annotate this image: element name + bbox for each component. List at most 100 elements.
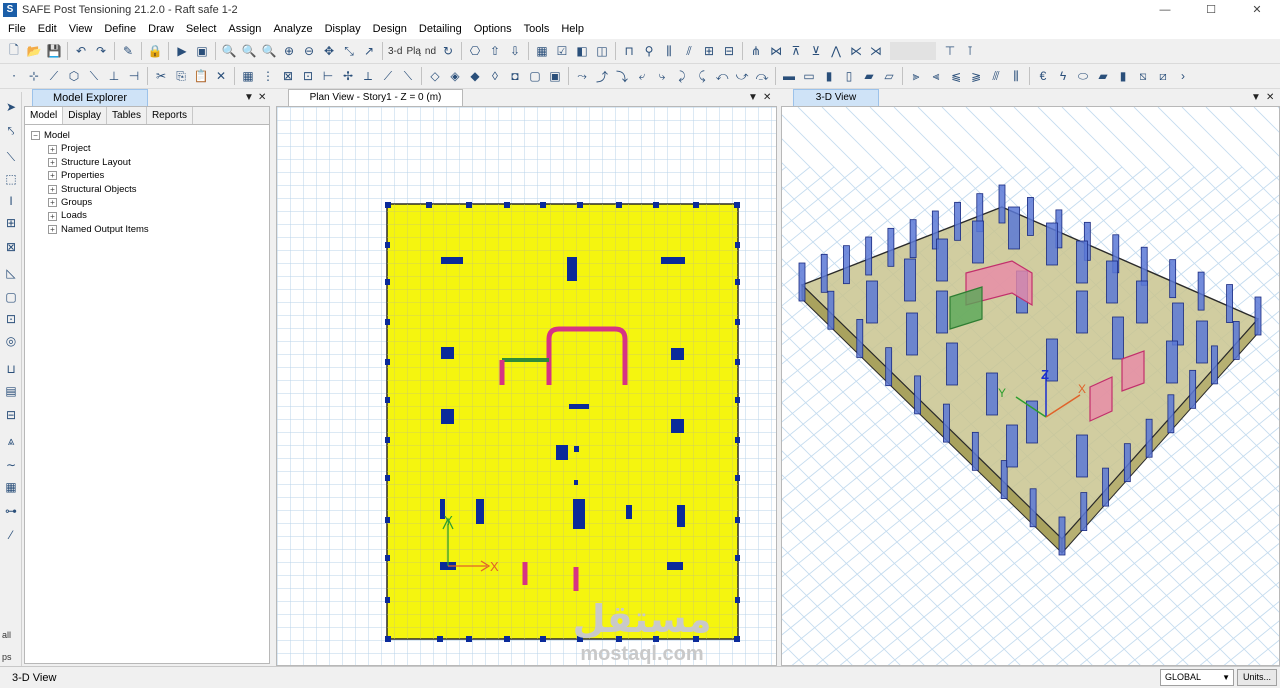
expand-icon[interactable]: + [48,144,57,154]
panel-icon[interactable]: ▰ [1093,66,1113,86]
soil-property-icon[interactable]: ▰ [859,66,879,86]
menu-help[interactable]: Help [555,20,590,39]
expand-icon[interactable]: + [48,171,57,181]
column[interactable] [385,597,390,603]
column-3d[interactable] [986,372,998,416]
deformed-shape-icon[interactable]: ⫼ [659,41,679,61]
3d-view-button[interactable]: 3-d [386,46,404,57]
column[interactable] [573,499,585,529]
load-combo-icon[interactable]: ⫹ [946,66,966,86]
column-3d[interactable] [1106,260,1118,304]
column[interactable] [437,636,443,642]
column-3d[interactable] [1027,197,1034,236]
line-load-icon[interactable]: ▣ [545,66,565,86]
column-property-icon[interactable]: ▮ [819,66,839,86]
column[interactable] [426,202,432,208]
column-3d[interactable] [1189,369,1197,409]
select-tendon-icon[interactable]: ▤ [2,382,20,400]
reshape-icon[interactable]: ⤣ [2,122,20,140]
beam-design-icon[interactable]: ⊼ [786,41,806,61]
select-load-icon[interactable]: ⩓ [2,432,20,450]
column-3d[interactable] [827,290,835,330]
pile-property-icon[interactable]: ▱ [879,66,899,86]
minimize-button[interactable]: — [1142,0,1188,20]
explorer-tab-display[interactable]: Display [63,107,108,124]
cross-hatch-icon[interactable]: ⧄ [1153,66,1173,86]
detailing-icon[interactable]: ⋊ [866,41,886,61]
snap-mid-icon[interactable]: ⊢ [318,66,338,86]
menu-detailing[interactable]: Detailing [413,20,468,39]
menu-define[interactable]: Define [98,20,142,39]
strip-layer-icon[interactable]: ⤶ [632,66,652,86]
load-case-icon[interactable]: ⫷ [926,66,946,86]
tendon-quick-icon[interactable]: ⤴ [592,66,612,86]
snap-line-icon[interactable]: ⟋ [378,66,398,86]
new-model-icon[interactable]: 🗋 [4,41,24,61]
menu-options[interactable]: Options [468,20,518,39]
fixity-icon[interactable]: ⚲ [639,41,659,61]
menu-select[interactable]: Select [180,20,223,39]
column[interactable] [734,636,740,642]
explorer-close-icon[interactable]: ✕ [258,89,266,106]
column[interactable] [735,242,740,248]
select-edge-icon[interactable]: ◺ [2,264,20,282]
3d-view-tab[interactable]: 3-D View [793,89,879,106]
link-icon[interactable]: ⬭ [1073,66,1093,86]
wall-property-icon[interactable]: ▯ [839,66,859,86]
draw-wall-icon[interactable]: ⊣ [124,66,144,86]
column[interactable] [385,319,390,325]
column-3d[interactable] [914,375,921,415]
column-3d[interactable] [1058,516,1066,556]
menu-analyze[interactable]: Analyze [267,20,318,39]
elevation-view-button[interactable]: nd [423,46,438,57]
drop-panel-icon[interactable]: ◆ [465,66,485,86]
run-design-icon[interactable]: ▣ [192,41,212,61]
explorer-tab-reports[interactable]: Reports [147,107,193,124]
column[interactable] [735,437,740,443]
explorer-panel-title[interactable]: Model Explorer [32,89,148,106]
column[interactable] [385,636,391,642]
tree-root-model[interactable]: − Model [31,129,269,142]
column[interactable] [504,636,510,642]
menu-assign[interactable]: Assign [222,20,267,39]
slab-design-icon[interactable]: ⊻ [806,41,826,61]
column[interactable] [385,555,390,561]
design-strip-icon[interactable]: ⤹ [692,66,712,86]
point-load-icon[interactable]: ⫺ [966,66,986,86]
column-3d[interactable] [820,253,828,293]
column[interactable] [735,397,740,403]
explorer-tab-model[interactable]: Model [25,107,64,124]
delete-icon[interactable]: ✕ [211,66,231,86]
expand-icon[interactable]: + [48,211,57,221]
move-up-icon[interactable]: ⇧ [485,41,505,61]
collapse-icon[interactable]: − [31,131,40,141]
column[interactable] [441,347,454,359]
column[interactable] [653,202,659,208]
column[interactable] [735,359,740,365]
beam-property-icon[interactable]: ▭ [799,66,819,86]
select-area-icon[interactable]: ▢ [2,288,20,306]
draw-area-icon[interactable]: ⬡ [64,66,84,86]
select-line-icon[interactable]: ⟍ [2,148,20,166]
column[interactable] [441,257,463,264]
menu-design[interactable]: Design [367,20,413,39]
column[interactable] [540,636,546,642]
column-3d[interactable] [1226,284,1233,323]
select-slab-icon[interactable]: ⊔ [2,360,20,378]
column[interactable] [385,437,390,443]
strip-icon[interactable]: ⤵ [612,66,632,86]
column[interactable] [556,445,568,460]
select-wave-icon[interactable]: ∼ [2,456,20,474]
rebar-icon[interactable]: ⋉ [846,41,866,61]
column[interactable] [734,202,740,208]
column-3d[interactable] [1197,271,1205,311]
column[interactable] [569,404,589,409]
maximize-button[interactable]: ☐ [1188,0,1234,20]
column[interactable] [577,202,583,208]
column-3d[interactable] [1166,340,1178,384]
zoom-out-icon[interactable]: ⊖ [299,41,319,61]
zoom-restore-icon[interactable]: 🔍 [239,41,259,61]
run-analysis-icon[interactable]: ▶ [172,41,192,61]
zoom-in-icon[interactable]: ⊕ [279,41,299,61]
column-3d[interactable] [1076,290,1088,334]
